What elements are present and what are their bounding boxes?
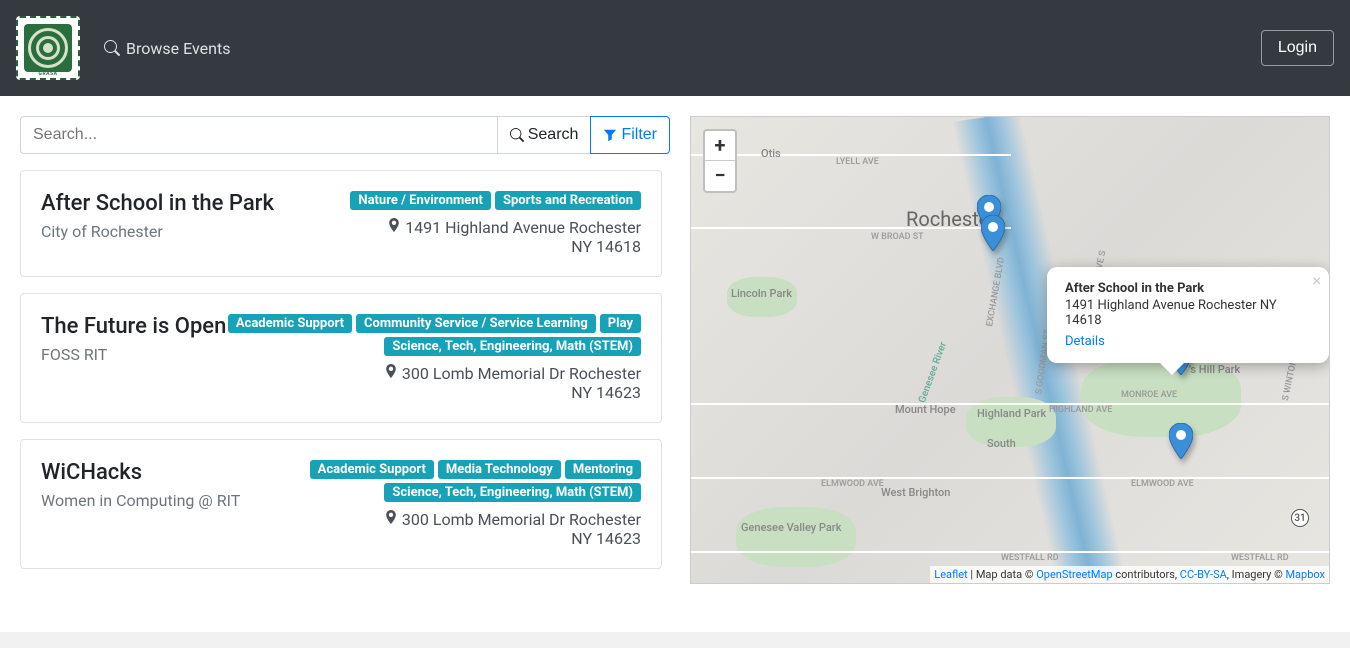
map-popup: × After School in the Park 1491 Highland… <box>1047 267 1329 363</box>
browse-events-label: Browse Events <box>126 39 230 58</box>
search-input[interactable] <box>20 116 498 154</box>
map-attribution: Leaflet | Map data © OpenStreetMap contr… <box>930 566 1329 583</box>
login-button[interactable]: Login <box>1261 30 1334 66</box>
logo[interactable]: GRASA <box>16 16 80 80</box>
map-pin-icon <box>384 510 398 524</box>
event-org: Women in Computing @ RIT <box>41 491 240 510</box>
map-label: Otis <box>761 147 781 160</box>
map-label: South <box>987 437 1016 450</box>
event-card[interactable]: After School in the Park City of Rocheste… <box>20 170 662 277</box>
filter-button[interactable]: Filter <box>590 116 670 154</box>
map-label: Mount Hope <box>895 403 956 416</box>
zoom-control: + − <box>703 129 737 193</box>
event-tag: Community Service / Service Learning <box>356 314 596 333</box>
popup-close-icon[interactable]: × <box>1312 273 1321 289</box>
attribution-leaflet-link[interactable]: Leaflet <box>934 568 967 581</box>
map-label: ELMWOOD AVE <box>1131 479 1194 489</box>
event-card-right: Nature / EnvironmentSports and Recreatio… <box>274 191 641 256</box>
event-title: The Future is Open <box>41 314 226 339</box>
map-label: W BROAD ST <box>871 232 924 242</box>
event-card-right: Academic SupportCommunity Service / Serv… <box>226 314 641 402</box>
map-label: Highland Park <box>977 407 1046 420</box>
attribution-text: | Map data © <box>968 568 1037 581</box>
event-card-right: Academic SupportMedia TechnologyMentorin… <box>240 460 641 548</box>
event-tags: Academic SupportMedia TechnologyMentorin… <box>240 460 641 502</box>
event-title: WiCHacks <box>41 460 240 485</box>
route-shield: 31 <box>1291 509 1309 527</box>
event-list[interactable]: After School in the Park City of Rocheste… <box>20 170 670 612</box>
event-org: FOSS RIT <box>41 345 226 364</box>
event-address-text: 300 Lomb Memorial Dr RochesterNY 14623 <box>402 510 641 548</box>
map-label: WESTFALL RD <box>1231 553 1289 563</box>
popup-address: 1491 Highland Avenue Rochester NY 14618 <box>1065 298 1307 328</box>
map-marker[interactable] <box>981 215 1005 251</box>
event-tag: Sports and Recreation <box>495 191 641 210</box>
map-label: Genesee Valley Park <box>741 522 821 534</box>
event-address-text: 1491 Highland Avenue RochesterNY 14618 <box>405 218 641 256</box>
map-label: HIGHLAND AVE <box>1049 405 1112 415</box>
event-tag: Academic Support <box>228 314 352 333</box>
map-label: ELMWOOD AVE <box>821 479 884 489</box>
map-pin-icon <box>387 218 401 232</box>
attribution-text: contributors, <box>1113 568 1180 581</box>
search-button[interactable]: Search <box>498 116 592 154</box>
main-content: Search Filter After School in the Park Ci… <box>0 96 1350 632</box>
event-tag: Science, Tech, Engineering, Math (STEM) <box>384 483 641 502</box>
event-card-left: The Future is Open FOSS RIT <box>41 314 226 402</box>
map-label: MONROE AVE <box>1121 390 1177 400</box>
road-lyell <box>691 154 1011 156</box>
map-park-gvp <box>736 507 856 567</box>
map-label: Lincoln Park <box>731 287 792 300</box>
attribution-cc-link[interactable]: CC-BY-SA <box>1180 568 1227 581</box>
map-pin-icon <box>384 364 398 378</box>
filter-button-label: Filter <box>621 126 657 144</box>
event-tag: Science, Tech, Engineering, Math (STEM) <box>384 337 641 356</box>
navbar: GRASA Browse Events Login <box>0 0 1350 96</box>
map-label: LYELL AVE <box>836 157 879 167</box>
map-label: WESTFALL RD <box>1001 553 1059 563</box>
event-org: City of Rochester <box>41 222 274 241</box>
left-column: Search Filter After School in the Park Ci… <box>20 116 670 612</box>
event-tag: Media Technology <box>438 460 561 479</box>
attribution-mapbox-link[interactable]: Mapbox <box>1285 568 1325 581</box>
map-label: West Brighton <box>881 487 941 499</box>
search-button-label: Search <box>528 126 579 144</box>
attribution-osm-link[interactable]: OpenStreetMap <box>1036 568 1112 581</box>
search-icon <box>104 40 120 56</box>
event-tags: Nature / EnvironmentSports and Recreatio… <box>274 191 641 210</box>
popup-title: After School in the Park <box>1065 281 1307 296</box>
event-address: 1491 Highland Avenue RochesterNY 14618 <box>274 218 641 256</box>
zoom-out-button[interactable]: − <box>705 161 735 191</box>
event-card[interactable]: WiCHacksWomen in Computing @ RITAcademic… <box>20 439 662 569</box>
attribution-text: , Imagery © <box>1227 568 1286 581</box>
map[interactable]: Rochester Otis LYELL AVE W BROAD ST Linc… <box>690 116 1330 584</box>
event-tag: Mentoring <box>565 460 641 479</box>
road-elmwood <box>691 477 1330 479</box>
filter-icon <box>603 128 617 142</box>
event-tag: Academic Support <box>310 460 434 479</box>
map-label: 's Hill Park <box>1189 363 1240 376</box>
event-card-left: WiCHacks Women in Computing @ RIT <box>41 460 240 548</box>
road-highland <box>691 403 1330 405</box>
footer <box>0 632 1350 648</box>
event-address: 300 Lomb Memorial Dr RochesterNY 14623 <box>240 510 641 548</box>
browse-events-link[interactable]: Browse Events <box>104 39 230 58</box>
event-card-left: After School in the Park City of Rocheste… <box>41 191 274 256</box>
event-title: After School in the Park <box>41 191 274 216</box>
right-column: Rochester Otis LYELL AVE W BROAD ST Linc… <box>690 116 1330 612</box>
event-tags: Academic SupportCommunity Service / Serv… <box>226 314 641 356</box>
event-tag: Nature / Environment <box>350 191 491 210</box>
event-card[interactable]: The Future is Open FOSS RITAcademic Suppo… <box>20 293 662 423</box>
logo-text: GRASA <box>39 71 58 77</box>
event-address-text: 300 Lomb Memorial Dr RochesterNY 14623 <box>402 364 641 402</box>
search-group: Search Filter <box>20 116 670 154</box>
map-marker[interactable] <box>1169 423 1193 459</box>
event-tag: Play <box>600 314 641 333</box>
event-address: 300 Lomb Memorial Dr RochesterNY 14623 <box>226 364 641 402</box>
search-icon <box>510 128 524 142</box>
zoom-in-button[interactable]: + <box>705 131 735 161</box>
popup-details-link[interactable]: Details <box>1065 334 1105 349</box>
navbar-left: GRASA Browse Events <box>16 16 230 80</box>
